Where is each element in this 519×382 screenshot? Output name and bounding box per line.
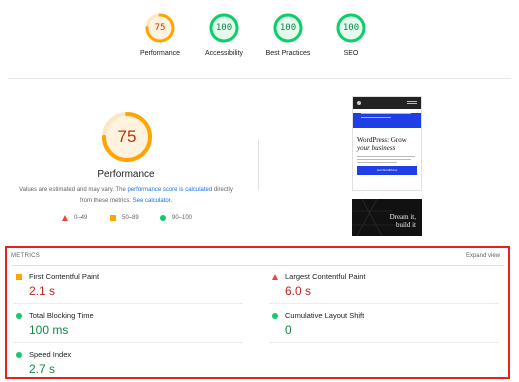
- metric-value: 0: [285, 323, 292, 337]
- divider: [8, 78, 511, 79]
- green-circle-icon: [16, 352, 22, 358]
- screenshot-button: Get WordPress: [357, 166, 417, 175]
- thumbnail-line: build it: [395, 221, 416, 229]
- metric-value: 2.1 s: [29, 284, 56, 298]
- gauge-ring: 100: [272, 12, 304, 44]
- legend-average: 50–89: [110, 215, 139, 221]
- green-circle-icon: [160, 215, 166, 221]
- metric-value: 6.0 s: [285, 284, 312, 298]
- performance-gauge: 75: [100, 110, 154, 164]
- metric-label: Largest Contentful Paint: [285, 272, 366, 281]
- category-scores: 75 Performance 100 Accessibility 100 Bes…: [0, 0, 519, 74]
- legend-pass: 90–100: [160, 215, 192, 221]
- row-divider: [269, 303, 499, 304]
- gauge-score: 75: [154, 23, 166, 33]
- screenshot-paragraph: [357, 156, 417, 163]
- headline-line: your business: [357, 144, 396, 152]
- score-calculated-link[interactable]: performance score is calculated: [128, 187, 213, 193]
- orange-square-icon: [110, 215, 116, 221]
- metric-value: 100 ms: [29, 323, 69, 337]
- legend-label: 0–49: [74, 215, 88, 221]
- screenshot-header: [353, 97, 421, 109]
- row-divider: [13, 342, 243, 343]
- metric-label: Speed Index: [29, 350, 72, 359]
- headline-line: WordPress: Grow: [357, 136, 407, 144]
- description-text: Values are estimated and may vary. The: [19, 187, 128, 193]
- gauge-score: 100: [342, 23, 360, 33]
- metrics-section: METRICS Expand view First Contentful Pai…: [5, 246, 510, 379]
- gauge-score: 100: [215, 23, 233, 33]
- see-calculator-link[interactable]: See calculator.: [133, 198, 172, 204]
- metric-first-contentful-paint[interactable]: First Contentful Paint 2.1 s: [13, 272, 243, 304]
- green-circle-icon: [16, 313, 22, 319]
- gauge-seo[interactable]: 100 SEO: [306, 12, 396, 57]
- metric-total-blocking-time[interactable]: Total Blocking Time 100 ms: [13, 311, 243, 343]
- gauge-label: SEO: [343, 50, 359, 57]
- vertical-divider: [258, 140, 259, 190]
- metric-label: Total Blocking Time: [29, 311, 94, 320]
- screenshot-headline: WordPress: Grow your business: [357, 136, 421, 152]
- metric-largest-contentful-paint[interactable]: Largest Contentful Paint 6.0 s: [269, 272, 499, 304]
- wordpress-logo-icon: [357, 101, 361, 105]
- metrics-header: METRICS: [11, 253, 41, 259]
- gauge-ring: 75: [144, 12, 176, 44]
- thumbnail-line: Dream it,: [389, 213, 416, 221]
- performance-title: Performance: [97, 169, 155, 180]
- thumbnail-text: Dream it, build it: [390, 213, 416, 229]
- metric-label: First Contentful Paint: [29, 272, 100, 281]
- page-screenshot[interactable]: WordPress: Grow your business Get WordPr…: [352, 96, 422, 191]
- gauge-score: 100: [279, 23, 297, 33]
- metric-cumulative-layout-shift[interactable]: Cumulative Layout Shift 0: [269, 311, 499, 343]
- red-triangle-icon: [62, 215, 68, 221]
- row-divider: [269, 342, 499, 343]
- row-divider: [13, 303, 243, 304]
- green-circle-icon: [272, 313, 278, 319]
- screenshot-banner: [353, 113, 421, 128]
- legend-label: 50–89: [122, 215, 139, 221]
- gauge-ring: 100: [335, 12, 367, 44]
- gauge-ring: 100: [208, 12, 240, 44]
- legend-label: 90–100: [172, 215, 193, 221]
- metric-value: 2.7 s: [29, 362, 56, 376]
- menu-icon: [407, 101, 417, 104]
- metric-label: Cumulative Layout Shift: [285, 311, 365, 320]
- legend-fail: 0–49: [62, 215, 87, 221]
- orange-square-icon: [16, 274, 22, 280]
- red-triangle-icon: [272, 274, 278, 280]
- performance-description: Values are estimated and may vary. The p…: [16, 185, 236, 207]
- performance-score: 75: [117, 127, 137, 146]
- metrics-divider: [11, 265, 504, 266]
- page-screenshot-thumbnail[interactable]: Dream it, build it: [352, 199, 422, 236]
- metric-speed-index[interactable]: Speed Index 2.7 s: [13, 350, 243, 376]
- expand-view-toggle[interactable]: Expand view: [466, 253, 500, 259]
